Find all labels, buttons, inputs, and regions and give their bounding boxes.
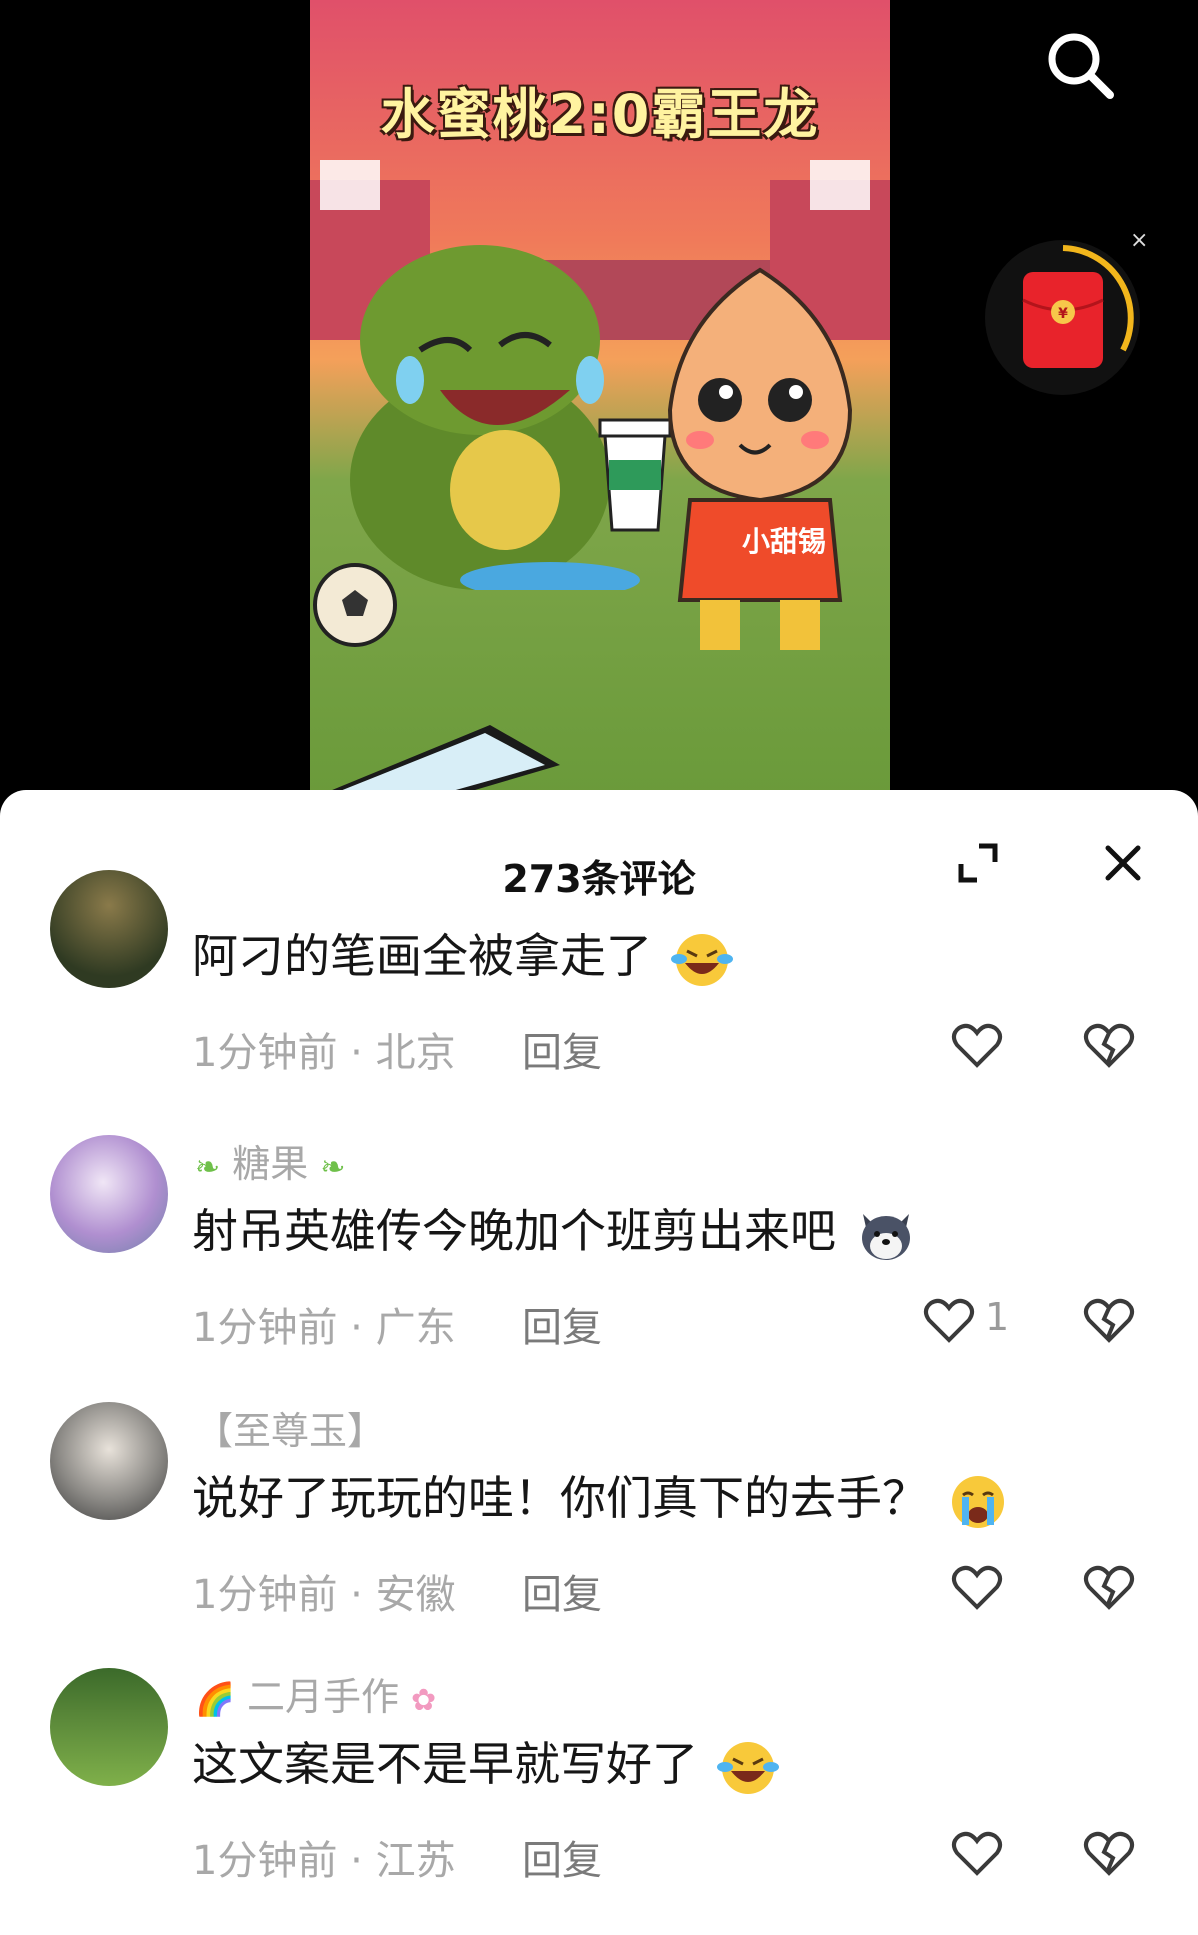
red-packet-icon: ¥: [1022, 245, 1134, 368]
red-packet-symbol: ¥: [1058, 306, 1068, 322]
leaf-icon: ❧: [195, 1150, 221, 1185]
reply-button[interactable]: 回复: [522, 1828, 602, 1886]
tactics-board-illustration: [320, 725, 560, 800]
comment-text: 阿刁的笔画全被拿走了: [192, 920, 733, 991]
comment-text: 说好了玩玩的哇！你们真下的去手？: [192, 1462, 1009, 1533]
flower-icon: ✿: [411, 1683, 437, 1718]
avatar[interactable]: [50, 1135, 168, 1253]
avatar[interactable]: [50, 1402, 168, 1520]
broken-heart-icon[interactable]: [1082, 1826, 1136, 1880]
comment-text: 射吊英雄传今晚加个班剪出来吧: [192, 1195, 917, 1266]
comment-sheet: 273条评论 阿刁的笔画全被拿走了 1分钟前 · 北京 回复 ❧ 糖果 ❧ 射吊…: [0, 790, 1198, 1935]
broken-heart-icon[interactable]: [1082, 1018, 1136, 1072]
reply-button[interactable]: 回复: [522, 1295, 602, 1353]
comment-meta: 1分钟前 · 江苏: [192, 1838, 456, 1884]
peach-character-illustration: [667, 267, 853, 650]
soccer-ball-illustration: [313, 563, 397, 647]
heart-icon[interactable]: [922, 1293, 976, 1347]
jersey-text: 小甜锡: [742, 525, 827, 558]
search-icon[interactable]: [1040, 25, 1120, 105]
comment-username: ❧ 糖果 ❧: [195, 1142, 346, 1186]
crying-emoji: [951, 1475, 1004, 1528]
husky-emoji: [861, 1213, 910, 1260]
close-icon[interactable]: [1100, 840, 1146, 886]
reply-button[interactable]: 回复: [522, 1562, 602, 1620]
video-player[interactable]: 水蜜桃2:0霸王龙 小甜锡 ¥ ×: [0, 0, 1198, 800]
red-packet-close-icon[interactable]: ×: [1130, 228, 1148, 253]
comment-item[interactable]: 阿刁的笔画全被拿走了 1分钟前 · 北京 回复: [0, 870, 1198, 1170]
broken-heart-icon[interactable]: [1082, 1560, 1136, 1614]
red-packet-button[interactable]: ¥: [985, 240, 1140, 395]
heart-icon[interactable]: [950, 1560, 1004, 1614]
comment-text: 这文案是不是早就写好了: [192, 1728, 779, 1799]
comment-item[interactable]: 【至尊玉】 说好了玩玩的哇！你们真下的去手？ 1分钟前 · 安徽 回复: [0, 1402, 1198, 1662]
comment-meta: 1分钟前 · 广东: [192, 1305, 456, 1351]
leaf-icon: ❧: [320, 1150, 346, 1185]
like-count: 1: [985, 1295, 1010, 1339]
comment-username: 【至尊玉】: [195, 1409, 386, 1453]
comment-count-title: 273条评论: [502, 857, 696, 901]
avatar[interactable]: [50, 870, 168, 988]
rainbow-icon: 🌈: [195, 1680, 235, 1718]
comment-username: 🌈 二月手作 ✿: [195, 1675, 437, 1719]
avatar[interactable]: [50, 1668, 168, 1786]
laughing-crying-emoji: [670, 933, 733, 986]
heart-icon[interactable]: [950, 1018, 1004, 1072]
heart-icon[interactable]: [950, 1826, 1004, 1880]
video-frame[interactable]: 水蜜桃2:0霸王龙 小甜锡: [310, 0, 890, 800]
expand-icon[interactable]: [955, 840, 1001, 886]
comment-item[interactable]: ❧ 糖果 ❧ 射吊英雄传今晚加个班剪出来吧 1分钟前 · 广东 回复 1: [0, 1135, 1198, 1395]
comment-meta: 1分钟前 · 北京: [192, 1030, 456, 1076]
laughing-crying-emoji: [716, 1741, 779, 1794]
video-title: 水蜜桃2:0霸王龙: [380, 83, 820, 146]
comment-item[interactable]: 🌈 二月手作 ✿ 这文案是不是早就写好了 1分钟前 · 江苏 回复: [0, 1668, 1198, 1928]
broken-heart-icon[interactable]: [1082, 1293, 1136, 1347]
reply-button[interactable]: 回复: [522, 1020, 602, 1078]
comment-meta: 1分钟前 · 安徽: [192, 1572, 456, 1618]
